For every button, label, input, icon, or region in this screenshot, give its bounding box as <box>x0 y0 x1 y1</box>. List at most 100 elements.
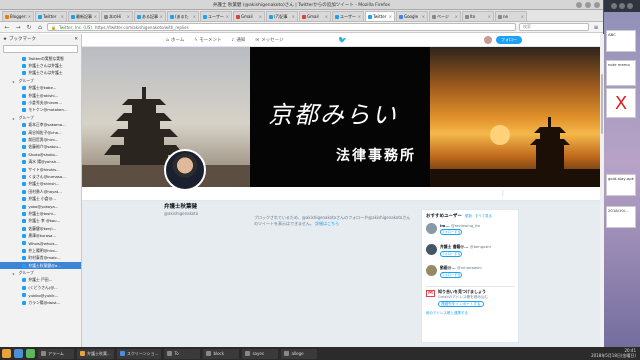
taskbar-app[interactable]: アラーム <box>38 348 74 359</box>
bookmark-item[interactable]: 佐藤健@kenji... <box>0 225 81 232</box>
follow-user-button[interactable]: フォローする <box>440 272 462 278</box>
bookmark-item[interactable]: 弁護士@kabe... <box>0 85 81 92</box>
tab-close-icon[interactable]: × <box>521 14 524 19</box>
bookmark-item[interactable]: 黒澤@kurosa... <box>0 232 81 239</box>
url-bar[interactable]: 🔒 Twitter, Inc. (US) https://twitter.com… <box>47 23 516 31</box>
bookmark-item[interactable]: 弁護士@akishi... <box>0 92 81 99</box>
forward-button[interactable]: → <box>14 23 22 31</box>
blocked-learn-more-link[interactable]: 詳細はこちら <box>315 221 339 226</box>
panel-dot[interactable] <box>627 3 633 9</box>
bookmark-folder[interactable]: ▸ グループ <box>0 114 81 121</box>
tab-close-icon[interactable]: × <box>422 14 425 19</box>
bookmark-item[interactable]: 田村勇人@hayat... <box>0 188 81 195</box>
bookmark-item[interactable]: (くどうさん)@... <box>0 284 81 291</box>
tab-close-icon[interactable]: × <box>259 14 262 19</box>
browser-tab[interactable]: Blogger: × <box>2 11 34 21</box>
browser-tab[interactable]: 本のHi × <box>101 11 133 21</box>
bookmark-item[interactable]: 弁護士@shinsh... <box>0 181 81 188</box>
launcher-icon[interactable] <box>14 349 23 358</box>
tab-close-icon[interactable]: × <box>61 14 64 19</box>
browser-tab[interactable]: ユーザー × <box>332 11 364 21</box>
other-addressbook-link[interactable]: 他のアドレス帳と連携する <box>426 311 514 316</box>
scrollbar-thumb[interactable] <box>601 74 603 134</box>
desktop-sticky-note[interactable]: X <box>606 88 636 118</box>
taskbar-app[interactable]: 弁護士秋葉... <box>77 348 114 359</box>
user-avatar[interactable] <box>426 223 437 234</box>
refresh-link[interactable]: 更新 <box>465 214 472 219</box>
bookmark-item[interactable]: Shoko@shoko... <box>0 151 81 158</box>
nav-home[interactable]: ⌂ ホーム <box>166 37 184 44</box>
tab-close-icon[interactable]: × <box>325 14 328 19</box>
bookmark-item[interactable]: Twitterの実態な実態 <box>0 55 81 62</box>
bookmark-item[interactable]: 弁護士@toshi... <box>0 210 81 217</box>
profile-avatar[interactable] <box>164 149 206 191</box>
import-contacts-button[interactable]: 連絡先をインポートする <box>438 300 484 308</box>
user-name-row[interactable]: 弁護士 書籍@... @bengoshi <box>440 244 491 250</box>
tab-close-icon[interactable]: × <box>488 14 491 19</box>
desktop-sticky-note[interactable]: note memo <box>606 60 636 86</box>
bookmark-item[interactable]: 弁護士 戸田... <box>0 277 81 284</box>
user-name-row[interactable]: Im... @reviewing_Ite <box>440 223 480 228</box>
nav-messages[interactable]: ✉ メッセージ <box>255 37 283 44</box>
taskbar-app[interactable]: sayes <box>242 348 279 359</box>
nav-moments[interactable]: ϟ モーメント <box>194 37 221 44</box>
bookmark-item[interactable]: 清水 陽@yohsh... <box>0 158 81 165</box>
browser-tab[interactable]: (7)記事 × <box>266 11 298 21</box>
browser-tab[interactable]: 最新記事 × <box>68 11 100 21</box>
tab-close-icon[interactable]: × <box>193 14 196 19</box>
menu-icon[interactable]: ≡ <box>592 23 600 31</box>
minimize-button[interactable] <box>576 2 582 8</box>
search-input[interactable]: 検索 <box>519 23 589 31</box>
taskbar-app[interactable]: スクリーンショ... <box>116 348 162 359</box>
close-button[interactable] <box>594 2 600 8</box>
browser-tab[interactable]: Twitter × <box>35 11 67 21</box>
bookmark-item[interactable]: 弁護士 小倉@... <box>0 195 81 202</box>
own-avatar[interactable] <box>484 36 492 44</box>
bookmark-item[interactable]: 弁護士さんは弁護士 <box>0 62 81 69</box>
tab-close-icon[interactable]: × <box>28 14 31 19</box>
tab-close-icon[interactable]: × <box>455 14 458 19</box>
bookmark-item[interactable]: 弁護士 幸 @kou... <box>0 218 81 225</box>
taskbar-clock[interactable]: 20:41 2018年5月18日(金曜日) <box>591 348 638 358</box>
follow-user-button[interactable]: フォローする <box>440 251 462 257</box>
sidebar-close-icon[interactable]: ✕ <box>74 37 78 42</box>
bookmark-item[interactable]: 坂本正幸@sakamo... <box>0 122 81 129</box>
browser-tab[interactable]: ページ × <box>429 11 461 21</box>
sidebar-search-input[interactable] <box>3 45 78 53</box>
user-avatar[interactable] <box>426 265 437 276</box>
bookmark-item[interactable]: 町村泰貴@matc... <box>0 255 81 262</box>
bookmark-item[interactable]: 小倉秀夫@hirom... <box>0 99 81 106</box>
browser-tab[interactable]: Twitter × <box>365 11 395 21</box>
view-all-link[interactable]: すべて見る <box>475 214 492 219</box>
home-button[interactable]: ⌂ <box>36 23 44 31</box>
desktop-sticky-note[interactable]: 2018/10/... <box>606 206 636 228</box>
taskbar-app[interactable]: block <box>203 348 240 359</box>
bookmark-item[interactable]: カラン陽@daist... <box>0 299 81 306</box>
browser-tab[interactable]: ユーザー × <box>200 11 232 21</box>
bookmark-item[interactable]: くまさん@kumasa... <box>0 173 81 180</box>
bookmark-item[interactable]: 佐藤裕介@satou... <box>0 144 81 151</box>
panel-dot[interactable] <box>619 3 625 9</box>
bookmark-item[interactable]: 弁護士秋葉健@a... <box>0 261 81 270</box>
nav-notifications[interactable]: ♪ 通知 <box>232 37 246 44</box>
follow-button[interactable]: フォロー <box>496 36 522 44</box>
tab-close-icon[interactable]: × <box>94 14 97 19</box>
bookmark-item[interactable]: Whois@whois... <box>0 240 81 247</box>
back-button[interactable]: ← <box>3 23 11 31</box>
desktop-sticky-note[interactable]: gold-stay-apk <box>606 174 636 196</box>
browser-tab[interactable]: Google × <box>396 11 428 21</box>
user-name-row[interactable]: 動画@... @nihonbashi <box>440 265 482 271</box>
bookmark-item[interactable]: サイト@hirokis... <box>0 166 81 173</box>
tab-close-icon[interactable]: × <box>226 14 229 19</box>
tab-close-icon[interactable]: × <box>127 14 130 19</box>
bookmark-folder[interactable]: ▸ グループ <box>0 77 81 84</box>
bookmark-folder[interactable]: ▸ グループ <box>0 269 81 276</box>
twitter-bird-icon[interactable]: 🐦 <box>338 37 347 44</box>
browser-tab[interactable]: (あるた × <box>167 11 199 21</box>
taskbar-app[interactable]: allege <box>281 348 318 359</box>
tab-close-icon[interactable]: × <box>358 14 361 19</box>
bookmark-item[interactable]: 高谷知佐子@cha... <box>0 129 81 136</box>
user-avatar[interactable] <box>426 244 437 255</box>
reload-button[interactable]: ↻ <box>25 23 33 31</box>
bookmark-item[interactable]: yoko@yokoya... <box>0 203 81 210</box>
